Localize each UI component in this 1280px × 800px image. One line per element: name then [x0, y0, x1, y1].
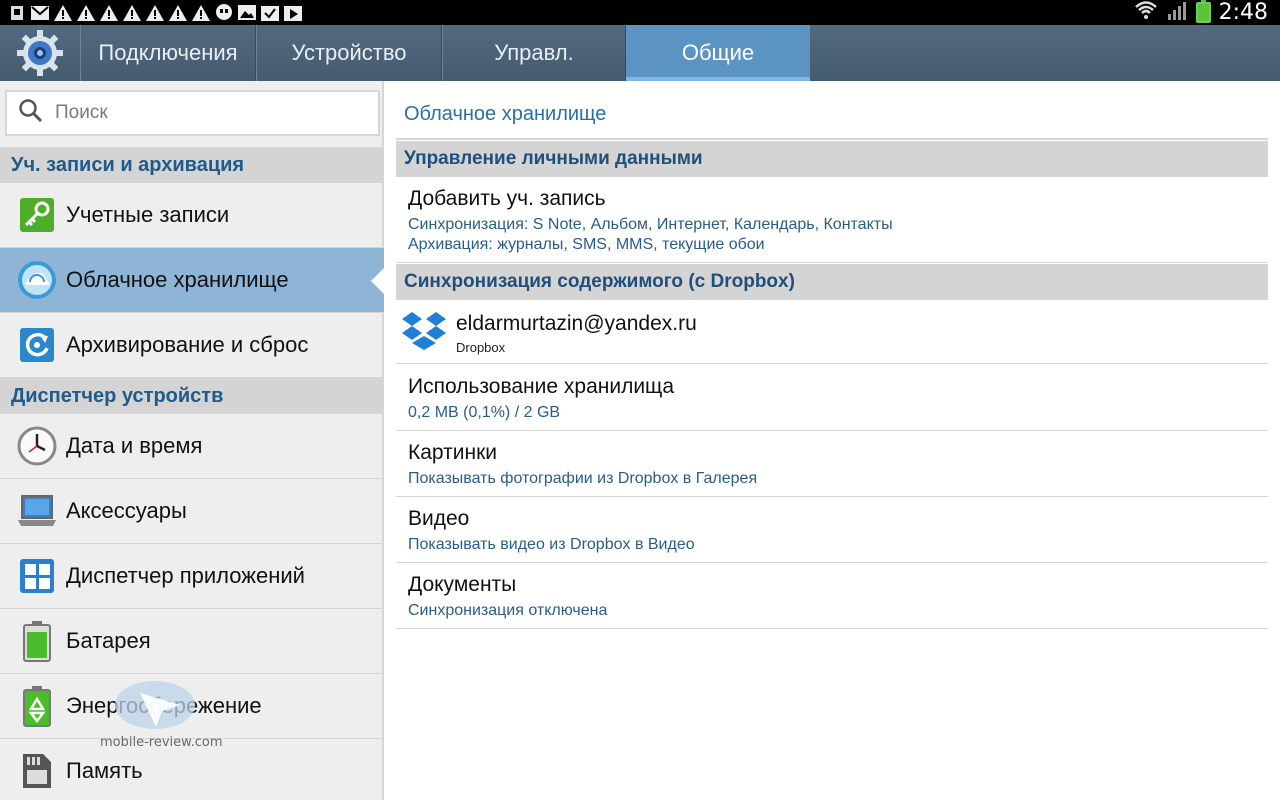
tab-device[interactable]: Устройство: [256, 25, 442, 81]
hangouts-icon: [215, 3, 233, 21]
check-icon: [261, 4, 279, 21]
dropbox-icon: [400, 310, 448, 359]
sidebar-item-cloud-storage[interactable]: Облачное хранилище: [0, 248, 386, 313]
storage-usage-value: 0,2 MB (0,1%) / 2 GB: [408, 404, 561, 421]
status-right: 2:48: [1134, 0, 1268, 25]
storage-usage-title: Использование хранилища: [408, 375, 675, 398]
search-box[interactable]: [5, 90, 380, 136]
sidebar-item-label: Дата и время: [66, 433, 203, 458]
warning-icon: [192, 4, 210, 21]
section-device-manager: Диспетчер устройств: [0, 378, 384, 414]
tab-connections[interactable]: Подключения: [80, 25, 256, 81]
sd-card-icon: [16, 750, 58, 792]
storage-usage-row[interactable]: Использование хранилища 0,2 MB (0,1%) / …: [396, 365, 1268, 431]
sidebar-item-label: Диспетчер приложений: [66, 563, 305, 588]
video-title: Видео: [408, 507, 470, 530]
video-subtitle: Показывать видео из Dropbox в Видео: [408, 536, 695, 553]
sidebar-item-label: Батарея: [66, 628, 151, 653]
pictures-row[interactable]: Картинки Показывать фотографии из Dropbo…: [396, 431, 1268, 497]
sidebar-item-label: Память: [66, 758, 143, 783]
sidebar-item-label: Архивирование и сброс: [66, 332, 309, 357]
settings-gear-icon[interactable]: [0, 25, 80, 81]
search-input[interactable]: [55, 102, 355, 124]
dropbox-email: eldarmurtazin@yandex.ru: [456, 312, 697, 335]
gmail-icon: [31, 4, 49, 21]
video-row[interactable]: Видео Показывать видео из Dropbox в Виде…: [396, 497, 1268, 563]
warning-icon: [123, 4, 141, 21]
watermark-text: mobile-review.com: [100, 735, 223, 750]
notification-icons: [0, 3, 302, 21]
backup-icon: [16, 324, 58, 366]
page-title: Облачное хранилище: [404, 103, 607, 125]
warning-icon: [100, 4, 118, 21]
cloud-icon: [16, 259, 58, 301]
warning-icon: [146, 4, 164, 21]
play-store-icon: [284, 4, 302, 21]
tab-bar: Подключения Устройство Управл. Общие: [0, 25, 1280, 81]
signal-icon: [1166, 0, 1188, 25]
sidebar-item-accessories[interactable]: Аксессуары: [0, 479, 384, 544]
status-bar: 2:48: [0, 0, 1280, 25]
section-personal-data: Управление личными данными: [396, 141, 1268, 177]
add-account-row[interactable]: Добавить уч. запись Синхронизация: S Not…: [396, 177, 1268, 263]
title-divider: [396, 138, 1268, 140]
warning-icon: [54, 4, 72, 21]
battery-icon: [1195, 0, 1211, 23]
sidebar-item-battery[interactable]: Батарея: [0, 609, 384, 674]
clock-icon: [16, 425, 58, 467]
sidebar-item-label: Облачное хранилище: [66, 267, 289, 292]
clock-time: 2:48: [1218, 0, 1268, 25]
battery-icon: [16, 620, 58, 662]
eco-battery-icon: [16, 685, 58, 727]
sidebar-item-app-manager[interactable]: Диспетчер приложений: [0, 544, 384, 609]
sidebar-item-label: Аксессуары: [66, 498, 187, 523]
dropbox-account-row[interactable]: eldarmurtazin@yandex.ru Dropbox: [396, 300, 1268, 364]
add-account-backup: Архивация: журналы, SMS, MMS, текущие об…: [408, 236, 765, 253]
watermark-logo-icon: [115, 681, 195, 729]
sidebar-item-date-time[interactable]: Дата и время: [0, 414, 384, 479]
dropbox-provider-label: Dropbox: [456, 340, 506, 355]
pictures-subtitle: Показывать фотографии из Dropbox в Галер…: [408, 470, 758, 487]
add-account-sync: Синхронизация: S Note, Альбом, Интернет,…: [408, 216, 893, 233]
apps-grid-icon: [16, 555, 58, 597]
sidebar: Уч. записи и архивация Учетные записи Об…: [0, 81, 386, 800]
sim-icon: [8, 4, 26, 21]
section-accounts-backup: Уч. записи и архивация: [0, 147, 384, 183]
key-icon: [16, 194, 58, 236]
search-icon: [19, 98, 43, 128]
add-account-title: Добавить уч. запись: [408, 187, 606, 210]
content-pane: Облачное хранилище Управление личными да…: [384, 81, 1280, 800]
warning-icon: [77, 4, 95, 21]
documents-title: Документы: [408, 573, 517, 596]
sidebar-item-backup-reset[interactable]: Архивирование и сброс: [0, 313, 384, 378]
warning-icon: [169, 4, 187, 21]
watermark: mobile-review.com: [100, 679, 230, 759]
image-icon: [238, 4, 256, 21]
sidebar-item-label: Учетные записи: [66, 202, 230, 227]
documents-subtitle: Синхронизация отключена: [408, 602, 608, 619]
tab-controls[interactable]: Управл.: [442, 25, 626, 81]
documents-row[interactable]: Документы Синхронизация отключена: [396, 563, 1268, 629]
sidebar-item-accounts[interactable]: Учетные записи: [0, 183, 384, 248]
wifi-icon: [1134, 0, 1158, 25]
laptop-icon: [16, 490, 58, 532]
tab-general[interactable]: Общие: [626, 25, 810, 81]
section-dropbox-sync: Синхронизация содержимого (с Dropbox): [396, 264, 1268, 300]
pictures-title: Картинки: [408, 441, 497, 464]
